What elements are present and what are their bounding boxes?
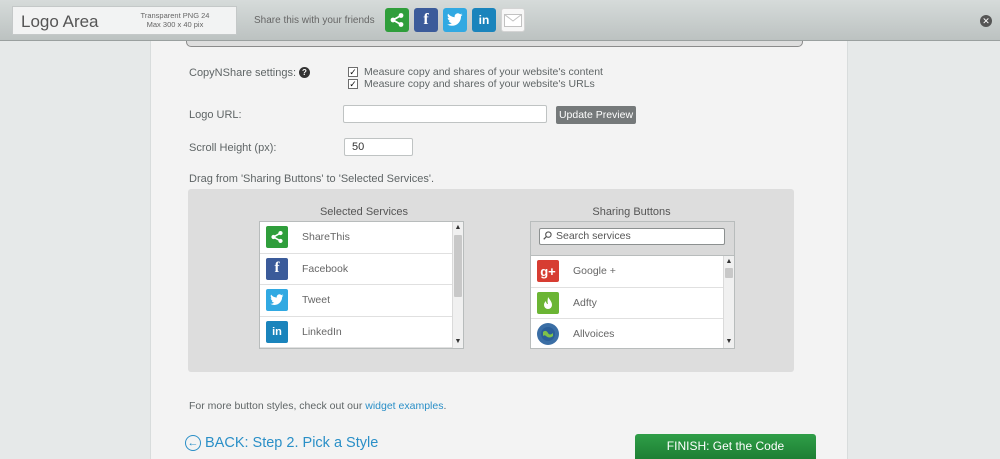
copynshare-option-urls[interactable]: ✓ Measure copy and shares of your websit… <box>348 78 595 90</box>
facebook-icon: f <box>266 257 288 280</box>
sharing-search-bar: Search services <box>530 221 735 256</box>
facebook-icon[interactable]: f <box>414 8 438 32</box>
sharing-buttons-scrollbar[interactable]: ▲ ▼ <box>723 256 734 348</box>
sharethis-icon[interactable] <box>385 8 409 32</box>
checkbox-checked-icon[interactable]: ✓ <box>348 79 358 89</box>
list-item[interactable]: ShareThis <box>260 222 463 254</box>
more-styles-note: For more button styles, check out our wi… <box>189 400 447 412</box>
sharing-buttons-title: Sharing Buttons <box>592 206 671 218</box>
update-preview-button[interactable]: Update Preview <box>556 106 636 124</box>
config-panel: CopyNShare settings:? ✓ Measure copy and… <box>150 41 848 459</box>
sharing-buttons-list[interactable]: g+ Google + Adfty Allvoices ▲ ▼ <box>530 255 735 349</box>
list-item[interactable]: f Facebook <box>260 254 463 285</box>
list-item[interactable]: Adfty <box>531 288 734 319</box>
copynshare-label: CopyNShare settings:? <box>189 67 310 79</box>
sharethis-icon <box>266 226 288 249</box>
list-item[interactable]: in LinkedIn <box>260 317 463 348</box>
share-preview-bar: Logo Area Transparent PNG 24 Max 300 x 4… <box>0 0 1000 41</box>
linkedin-icon[interactable]: in <box>472 8 496 32</box>
checkbox-checked-icon[interactable]: ✓ <box>348 67 358 77</box>
logo-url-label: Logo URL: <box>189 109 242 121</box>
list-item[interactable]: Allvoices <box>531 319 734 348</box>
scrollbar-thumb[interactable] <box>725 268 733 278</box>
scroll-down-icon[interactable]: ▼ <box>724 337 734 347</box>
logo-area: Logo Area Transparent PNG 24 Max 300 x 4… <box>12 6 237 35</box>
linkedin-icon: in <box>266 320 288 343</box>
drag-instruction: Drag from 'Sharing Buttons' to 'Selected… <box>189 173 435 185</box>
list-item[interactable]: g+ Google + <box>531 256 734 288</box>
google-plus-icon: g+ <box>537 260 559 283</box>
share-icons: f in <box>385 8 525 32</box>
logo-size-note: Transparent PNG 24 Max 300 x 40 pix <box>140 11 210 29</box>
selected-services-list[interactable]: ShareThis f Facebook Tweet in LinkedIn ▲… <box>259 221 464 349</box>
copynshare-option-content[interactable]: ✓ Measure copy and shares of your websit… <box>348 66 603 78</box>
help-icon[interactable]: ? <box>299 67 310 78</box>
share-prompt: Share this with your friends <box>254 15 375 26</box>
scrollbar-thumb[interactable] <box>454 235 462 297</box>
panel-top-edge <box>186 41 803 47</box>
back-button[interactable]: ← BACK: Step 2. Pick a Style <box>185 435 378 451</box>
scroll-height-label: Scroll Height (px): <box>189 142 277 154</box>
logo-area-text: Logo Area <box>21 12 99 31</box>
finish-button[interactable]: FINISH: Get the Code <box>635 434 816 459</box>
scroll-height-input[interactable] <box>344 138 413 156</box>
search-icon <box>543 231 552 240</box>
logo-url-input[interactable] <box>343 105 547 123</box>
selected-services-title: Selected Services <box>319 206 409 218</box>
allvoices-icon <box>537 323 559 346</box>
twitter-icon[interactable] <box>443 8 467 32</box>
search-input[interactable]: Search services <box>539 228 725 245</box>
scroll-up-icon[interactable]: ▲ <box>724 257 734 267</box>
widget-examples-link[interactable]: widget examples <box>365 400 443 412</box>
twitter-icon <box>266 289 288 312</box>
scroll-up-icon[interactable]: ▲ <box>453 223 463 233</box>
selected-services-scrollbar[interactable]: ▲ ▼ <box>452 222 463 348</box>
email-icon[interactable] <box>501 8 525 32</box>
close-icon[interactable]: ✕ <box>980 15 992 27</box>
adfty-icon <box>537 291 559 314</box>
arrow-left-icon: ← <box>185 435 201 451</box>
list-item[interactable]: Tweet <box>260 285 463 317</box>
scroll-down-icon[interactable]: ▼ <box>453 337 463 347</box>
